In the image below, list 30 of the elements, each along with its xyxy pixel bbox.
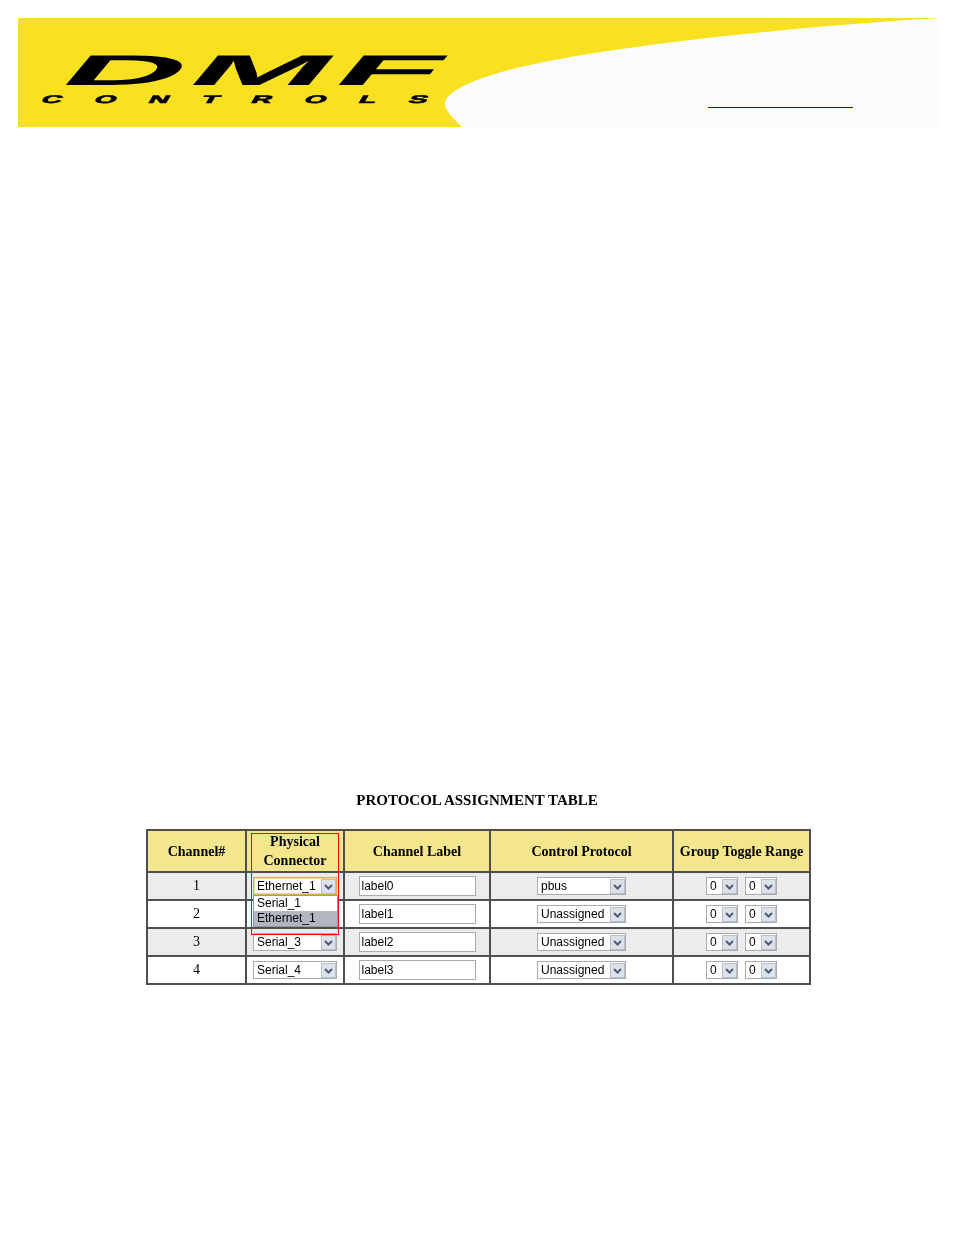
range-select[interactable]: 0 <box>745 933 777 951</box>
column-header: Channel Label <box>344 830 490 872</box>
protocol-select[interactable]: pbus <box>537 877 626 895</box>
dropdown-option[interactable]: Ethernet_1 <box>254 911 337 926</box>
connector-select[interactable]: Serial_3 <box>253 933 337 951</box>
range-select[interactable]: 0 <box>706 933 738 951</box>
range-select[interactable]: 0 <box>706 877 738 895</box>
label-field[interactable]: label1 <box>358 904 476 924</box>
range-select[interactable]: 0 <box>745 961 777 979</box>
range-select[interactable]: 0 <box>706 961 738 979</box>
label-field[interactable]: label0 <box>358 876 476 896</box>
label-field[interactable]: label3 <box>358 960 476 980</box>
column-header: Channel# <box>147 830 246 872</box>
range-select[interactable]: 0 <box>706 905 738 923</box>
channel-cell: 4 <box>147 956 246 984</box>
label-field[interactable]: label2 <box>358 932 476 952</box>
column-header: Physical Connector <box>246 830 344 872</box>
protocol-select[interactable]: Unassigned <box>537 905 626 923</box>
logo-subtext: CONTROLS <box>40 95 464 103</box>
logo-text: DMF <box>54 55 462 86</box>
range-select[interactable]: 0 <box>745 877 777 895</box>
column-header: Group Toggle Range <box>673 830 810 872</box>
table-title: PROTOCOL ASSIGNMENT TABLE <box>356 792 598 809</box>
column-header: Control Protocol <box>490 830 673 872</box>
connector-select[interactable]: Ethernet_1 <box>253 877 337 895</box>
protocol-select[interactable]: Unassigned <box>537 961 626 979</box>
range-select[interactable]: 0 <box>745 905 777 923</box>
connector-select[interactable]: Serial_4 <box>253 961 337 979</box>
link-underline[interactable] <box>708 107 853 108</box>
protocol-select[interactable]: Unassigned <box>537 933 626 951</box>
